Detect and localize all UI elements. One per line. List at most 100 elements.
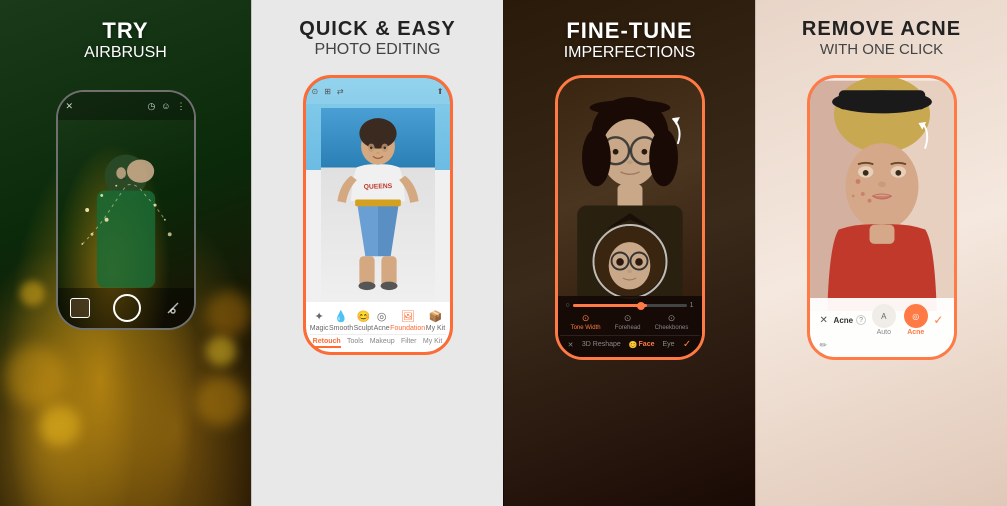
tab-retouch[interactable]: Retouch <box>313 338 341 348</box>
phone-inner-3: ○ 1 ⊙ Tone Width ⊙ Forehead <box>558 78 702 357</box>
acne-icon: ◎ <box>374 308 390 324</box>
p3-circle-detail <box>592 224 667 299</box>
tool-mykit[interactable]: 📦 My Kit <box>426 308 445 332</box>
brush-icon: ✏ <box>820 340 828 351</box>
p3-face-tabs: ⊙ Tone Width ⊙ Forehead ⊙ Cheekbones <box>560 311 700 333</box>
panel-2-title-sub: PHOTO EDITING <box>299 41 455 59</box>
p3-controls: ○ 1 ⊙ Tone Width ⊙ Forehead <box>558 296 702 357</box>
p3-slider-track[interactable] <box>573 304 687 307</box>
p3-slider-fill <box>573 304 647 307</box>
bokeh-dot-5 <box>20 281 45 306</box>
tool-acne-label: Acne <box>374 325 390 332</box>
p2-tab-row: Retouch Tools Makeup Filter My Kit <box>310 334 446 348</box>
p3-tab-forehead[interactable]: ⊙ Forehead <box>615 313 641 331</box>
panel-remove-acne: REMOVE ACNE WITH ONE CLICK <box>755 0 1007 506</box>
bokeh-dot-2 <box>40 406 80 446</box>
panel-2-title-main: QUICK & EASY <box>299 18 455 41</box>
more-icon-p1: ⋮ <box>177 101 186 112</box>
tool-sculpt[interactable]: 😊 Sculpt <box>354 308 373 332</box>
panel-3-title-area: FINE-TUNE IMPERFECTIONS <box>564 0 696 62</box>
panel-3-title-sub: IMPERFECTIONS <box>564 44 696 62</box>
tab-mykit[interactable]: My Kit <box>423 338 442 348</box>
p3-tab-group: 3D Reshape 😊 Face Eye <box>582 341 675 349</box>
p3-tab-3d[interactable]: 3D Reshape <box>582 341 621 349</box>
tool-acne[interactable]: ◎ Acne <box>374 308 390 332</box>
bokeh-dot-6 <box>206 291 251 336</box>
foundation-icon: 🖼 <box>400 308 416 324</box>
p3-close-btn[interactable]: ✕ <box>568 341 574 349</box>
p3-detail-svg <box>594 226 665 297</box>
mykit-icon: 📦 <box>427 308 443 324</box>
panel-4-title-area: REMOVE ACNE WITH ONE CLICK <box>802 0 961 58</box>
bokeh-dot-4 <box>206 336 236 366</box>
magic-icon: ✦ <box>311 308 327 324</box>
p3-tab-face[interactable]: 😊 Face <box>629 341 655 349</box>
tool-magic-label: Magic <box>310 325 329 332</box>
p4-option-auto[interactable]: A Auto <box>872 304 896 336</box>
p3-tab-eye[interactable]: Eye <box>663 341 675 349</box>
status-sync-icon: ⇄ <box>337 87 344 96</box>
face-icon-p1: ☺ <box>161 101 170 111</box>
status-share-icon: ⬆ <box>437 87 444 96</box>
phone-bottom-bar-1 <box>58 288 194 328</box>
forehead-icon: ⊙ <box>624 313 632 324</box>
p4-option-acne[interactable]: ◎ Acne <box>904 304 928 336</box>
bokeh-dot-1 <box>5 346 65 406</box>
panel-2-title-area: QUICK & EASY PHOTO EDITING <box>299 0 455 59</box>
p4-option-group: A Auto ◎ Acne <box>872 304 928 336</box>
panel-photo-editing: QUICK & EASY PHOTO EDITING <box>251 0 503 506</box>
status-home-icon: ⊙ <box>312 87 319 96</box>
p3-bottom-tab-bar: ✕ 3D Reshape 😊 Face Eye ✓ <box>560 335 700 353</box>
tab-tools[interactable]: Tools <box>347 338 363 348</box>
capture-button-p1[interactable] <box>113 294 141 322</box>
face-tab-icon: 😊 <box>629 341 638 349</box>
p3-slider-row: ○ 1 <box>560 300 700 311</box>
phone-status-bar-2: ⊙ ⊞ ⇄ ⬆ <box>306 78 450 104</box>
p3-confirm-btn[interactable]: ✓ <box>683 339 691 350</box>
p2-toolbar-icons-row: ✦ Magic 💧 Smooth 😊 Sculpt ◎ Acne <box>310 308 446 332</box>
tab-filter[interactable]: Filter <box>401 338 417 348</box>
tool-sculpt-label: Sculpt <box>354 325 373 332</box>
panel-airbrush: TRY AIRBRUSH <box>0 0 251 506</box>
tool-magic[interactable]: ✦ Magic <box>310 308 329 332</box>
panel-1-title-sub: AIRBRUSH <box>84 44 167 62</box>
p4-acne-label-row: Acne ? <box>834 315 867 325</box>
auto-icon: A <box>872 304 896 328</box>
panel-4-title-main: REMOVE ACNE <box>802 18 961 41</box>
history-icon-p1: ◷ <box>147 101 155 112</box>
phone-ui-bar-1: ✕ ◷ ☺ ⋮ <box>58 92 194 120</box>
panel-1-title-area: TRY AIRBRUSH <box>84 0 167 62</box>
p3-slider-end: 1 <box>690 302 694 309</box>
tab-makeup[interactable]: Makeup <box>370 338 395 348</box>
p4-confirm-btn[interactable]: ✓ <box>933 313 943 327</box>
phone-frame-2: QUEENS <box>303 75 453 355</box>
tool-mykit-label: My Kit <box>426 325 445 332</box>
p3-tab-tone-width[interactable]: ⊙ Tone Width <box>571 313 601 331</box>
p2-bottom-toolbar: ✦ Magic 💧 Smooth 😊 Sculpt ◎ Acne <box>306 302 450 352</box>
p3-tab-cheekbones[interactable]: ⊙ Cheekbones <box>655 313 689 331</box>
panel-4-title-sub: WITH ONE CLICK <box>802 41 961 58</box>
panel-3-title-main: FINE-TUNE <box>564 18 696 44</box>
p4-help-icon[interactable]: ? <box>856 315 866 325</box>
tool-foundation[interactable]: 🖼 Foundation <box>390 308 425 332</box>
p4-brush-row: ✏ <box>814 338 950 353</box>
smooth-icon: 💧 <box>333 308 349 324</box>
tool-smooth[interactable]: 💧 Smooth <box>329 308 353 332</box>
p3-slider-thumb <box>637 302 645 310</box>
p3-slider-start: ○ <box>566 302 570 309</box>
phone-inner-2: QUEENS <box>306 78 450 352</box>
phone-frame-1: ✕ ◷ ☺ ⋮ <box>56 90 196 330</box>
cheekbones-icon: ⊙ <box>668 313 676 324</box>
phone-inner-1: ✕ ◷ ☺ ⋮ <box>58 92 194 328</box>
bokeh-dot-3 <box>196 376 246 426</box>
panel-1-title-main: TRY <box>84 18 167 44</box>
p4-acne-controls: ✕ Acne ? A Auto ◎ <box>814 302 950 338</box>
tool-smooth-label: Smooth <box>329 325 353 332</box>
p4-close-btn[interactable]: ✕ <box>820 315 828 326</box>
status-grid-icon: ⊞ <box>324 87 331 96</box>
panel-fine-tune: FINE-TUNE IMPERFECTIONS <box>503 0 755 506</box>
phone-frame-4: ✕ Acne ? A Auto ◎ <box>807 75 957 360</box>
svg-text:QUEENS: QUEENS <box>363 183 392 191</box>
tone-width-icon: ⊙ <box>582 313 590 324</box>
acne-label: Acne <box>907 329 924 336</box>
